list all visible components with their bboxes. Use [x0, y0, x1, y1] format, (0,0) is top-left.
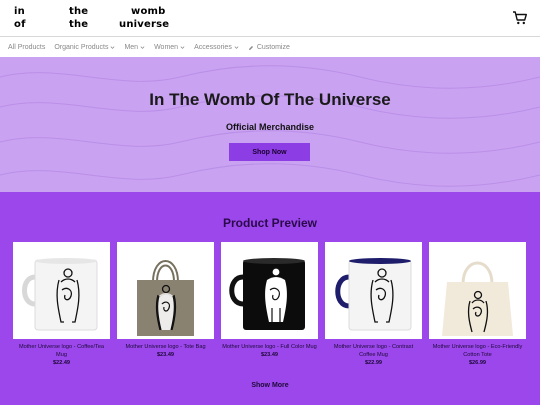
product-price: $22.99: [364, 360, 383, 366]
product-name[interactable]: Mother Universe logo - Coffee/Tea Mug: [13, 343, 110, 359]
nav-item-label: Accessories: [194, 44, 232, 51]
chevron-down-icon: [234, 46, 239, 49]
logo-word: in: [14, 6, 25, 17]
logo-word: the: [69, 19, 89, 30]
shopping-cart-icon[interactable]: [512, 10, 528, 26]
product-image[interactable]: [429, 242, 526, 339]
hero-title: In The Womb Of The Universe: [149, 90, 391, 109]
nav-item-all-products[interactable]: All Products: [8, 44, 45, 51]
product-price: $26.99: [468, 360, 487, 366]
product-image[interactable]: [117, 242, 214, 339]
product-card[interactable]: Mother Universe logo - Coffee/Tea Mug $2…: [13, 242, 110, 367]
shop-now-button[interactable]: Shop Now: [229, 143, 310, 161]
product-price: $23.49: [260, 352, 279, 358]
category-nav: All Products Organic Products Men Women …: [0, 38, 540, 57]
nav-item-men[interactable]: Men: [124, 44, 145, 51]
logo-word: of: [14, 19, 26, 30]
nav-item-label: Women: [154, 44, 179, 51]
product-price: $22.49: [52, 360, 71, 366]
show-more-button[interactable]: Show More: [0, 382, 540, 389]
nav-item-label: Men: [124, 44, 139, 51]
hero-subtitle: Official Merchandise: [225, 122, 315, 132]
product-card[interactable]: Mother Universe logo - Eco-Friendly Cott…: [429, 242, 526, 367]
logo-word: womb: [131, 6, 166, 17]
product-name[interactable]: Mother Universe logo - Full Color Mug: [221, 343, 318, 351]
product-card[interactable]: Mother Universe logo - Contrast Coffee M…: [325, 242, 422, 367]
nav-item-customize[interactable]: Customize: [248, 44, 290, 51]
product-image[interactable]: [221, 242, 318, 339]
pencil-icon: [248, 45, 253, 50]
product-image[interactable]: [13, 242, 110, 339]
product-price: $23.49: [156, 352, 175, 358]
nav-item-accessories[interactable]: Accessories: [194, 44, 239, 51]
product-preview-section: Product Preview Mother Universe logo - C…: [0, 192, 540, 405]
logo-word: universe: [119, 19, 170, 30]
nav-item-label: Organic Products: [54, 44, 109, 51]
nav-item-label: All Products: [8, 44, 46, 51]
nav-item-label: Customize: [256, 44, 290, 51]
product-card[interactable]: Mother Universe logo - Full Color Mug $2…: [221, 242, 318, 359]
nav-item-organic-products[interactable]: Organic Products: [54, 44, 115, 51]
hero-banner: In The Womb Of The Universe Official Mer…: [0, 57, 540, 192]
product-name[interactable]: Mother Universe logo - Contrast Coffee M…: [325, 343, 422, 359]
chevron-down-icon: [180, 46, 185, 49]
product-image[interactable]: [325, 242, 422, 339]
chevron-down-icon: [140, 46, 145, 49]
site-header: in the womb of the universe: [0, 0, 540, 37]
site-logo[interactable]: in the womb of the universe: [14, 5, 174, 33]
product-name[interactable]: Mother Universe logo - Eco-Friendly Cott…: [429, 343, 526, 359]
section-title: Product Preview: [222, 216, 318, 230]
product-name[interactable]: Mother Universe logo - Tote Bag: [117, 343, 214, 351]
nav-item-women[interactable]: Women: [154, 44, 185, 51]
product-card[interactable]: Mother Universe logo - Tote Bag $23.49: [117, 242, 214, 359]
logo-word: the: [69, 6, 89, 17]
chevron-down-icon: [111, 46, 115, 49]
